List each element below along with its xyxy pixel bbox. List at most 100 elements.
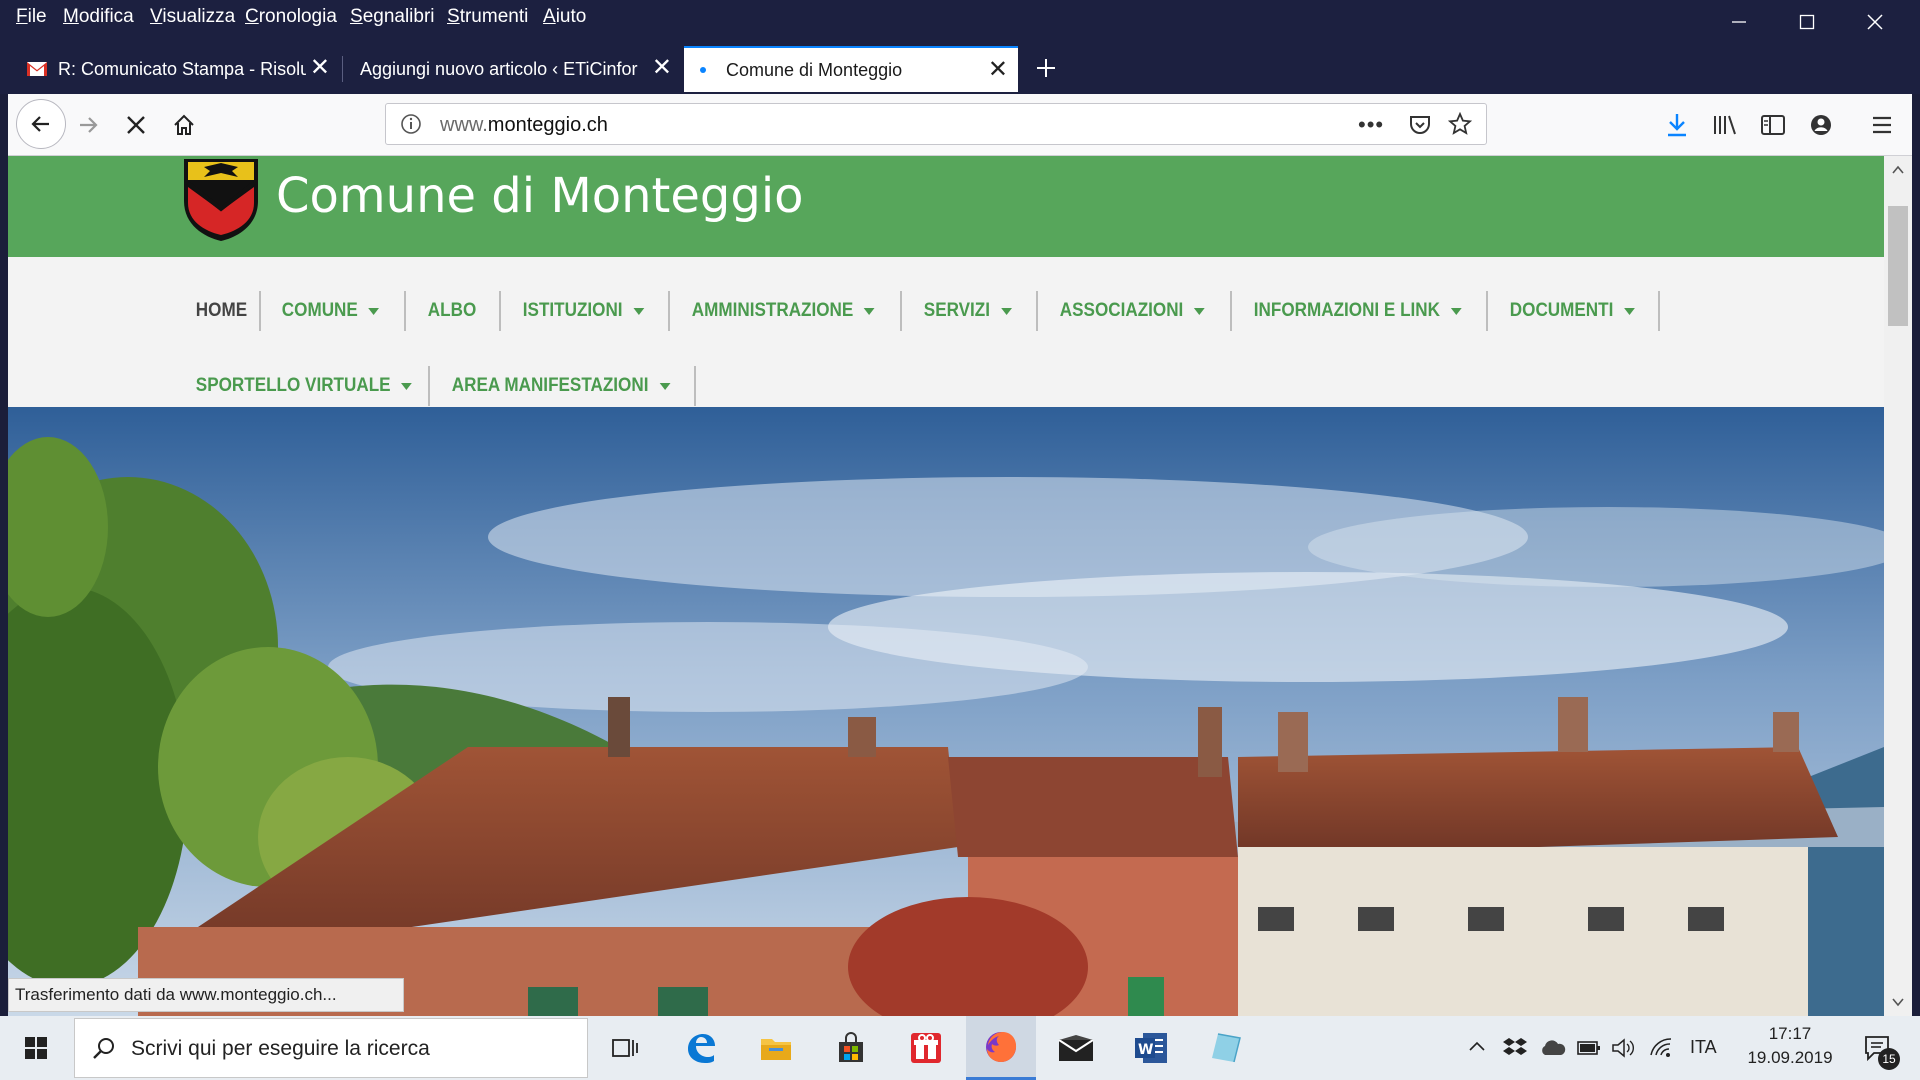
onedrive-cloud-icon[interactable] [1539,1039,1567,1057]
menu-modifica[interactable]: Modifica [63,6,134,28]
bookmark-star-icon[interactable] [1448,112,1472,136]
taskbar-edge[interactable] [677,1024,725,1072]
site-navigation: HOME COMUNE ALBO ISTITUZIONI AMMINISTRAZ… [8,257,1884,407]
tab-monteggio[interactable]: Comune di Monteggio ✕ [684,46,1018,92]
taskbar-word[interactable]: W [1127,1024,1175,1072]
caret-down-icon [1000,307,1012,315]
start-button[interactable] [12,1024,60,1072]
sidebar-icon [1761,115,1785,135]
dropbox-icon[interactable] [1503,1037,1527,1057]
taskbar-firefox-active[interactable] [966,1016,1036,1080]
scrollbar-thumb[interactable] [1888,206,1908,326]
info-icon[interactable] [400,113,422,135]
nav-informazioni-e-link[interactable]: INFORMAZIONI E LINK [1234,291,1481,331]
mail-envelope-icon [1058,1035,1094,1061]
nav-servizi[interactable]: SERVIZI [904,291,1031,331]
sidebar-button[interactable] [1753,105,1793,145]
menu-aiuto[interactable]: Aiuto [543,6,586,28]
vertical-scrollbar[interactable] [1884,156,1912,1016]
minimize-icon [1732,21,1746,23]
nav-home[interactable]: HOME [176,291,267,331]
action-center-button[interactable]: 15 [1854,1024,1902,1072]
scroll-up-arrow-icon[interactable] [1884,156,1912,184]
tab-title: Comune di Monteggio [726,59,903,80]
nav-divider [1036,291,1038,331]
nav-divider [1230,291,1232,331]
gmail-icon [27,62,47,76]
folder-icon [761,1039,791,1060]
downloads-button[interactable] [1657,105,1697,145]
show-hidden-icons-icon[interactable] [1468,1040,1486,1052]
close-tab-icon[interactable]: ✕ [310,56,330,80]
caret-down-icon [1194,307,1205,315]
task-view-icon [612,1039,638,1057]
firefox-icon [986,1031,1017,1062]
windows-taskbar: Scrivi qui per eseguire la ricerca W ITA… [0,1016,1920,1080]
wifi-icon[interactable] [1649,1036,1673,1058]
clock[interactable]: 17:17 19.09.2019 [1740,1022,1840,1070]
back-button[interactable] [16,99,66,149]
nav-divider [1658,291,1660,331]
nav-divider [668,291,670,331]
page-actions-icon[interactable]: ••• [1358,112,1384,138]
menu-cronologia[interactable]: Cronologia [245,6,337,28]
stop-loading-button[interactable] [116,105,156,145]
caret-down-icon [864,307,875,315]
menu-file[interactable]: File [16,6,47,28]
caret-down-icon [368,307,380,315]
app-tile-icon [1212,1033,1241,1063]
nav-comune[interactable]: COMUNE [262,291,399,331]
battery-icon[interactable] [1577,1040,1601,1056]
nav-istituzioni[interactable]: ISTITUZIONI [503,291,664,331]
volume-icon[interactable] [1611,1037,1635,1059]
new-tab-button[interactable] [1026,48,1066,88]
nav-divider [694,366,696,406]
taskbar-search-box[interactable]: Scrivi qui per eseguire la ricerca [74,1018,588,1078]
nav-amministrazione[interactable]: AMMINISTRAZIONE [672,291,895,331]
url-bar[interactable]: www.monteggio.ch ••• [385,103,1487,145]
taskbar-store[interactable] [827,1024,875,1072]
menu-segnalibri[interactable]: Segnalibri [350,6,435,28]
account-button[interactable] [1801,105,1841,145]
gift-icon [911,1033,941,1063]
nav-sportello-virtuale[interactable]: SPORTELLO VIRTUALE [176,366,432,406]
search-placeholder[interactable]: Scrivi qui per eseguire la ricerca [131,1037,430,1061]
windows-logo-icon [25,1037,47,1059]
scroll-down-arrow-icon[interactable] [1884,988,1912,1016]
web-content: Comune di Monteggio HOME COMUNE ALBO IST… [8,156,1884,1016]
forward-button[interactable] [68,105,108,145]
tab-eticinfo[interactable]: Aggiungi nuovo articolo ‹ ETiCinfor ✕ [344,46,682,92]
close-tab-icon[interactable]: ✕ [652,56,672,80]
nav-documenti[interactable]: DOCUMENTI [1490,291,1655,331]
nav-associazioni[interactable]: ASSOCIAZIONI [1040,291,1225,331]
close-tab-icon[interactable]: ✕ [988,58,1008,82]
taskbar-file-explorer[interactable] [752,1024,800,1072]
task-view-button[interactable] [600,1024,648,1072]
clock-time: 17:17 [1768,1024,1812,1043]
taskbar-gift-app[interactable] [902,1024,950,1072]
language-indicator[interactable]: ITA [1690,1037,1717,1058]
url-text[interactable]: www.monteggio.ch [440,114,608,137]
library-icon [1714,115,1736,135]
taskbar-app[interactable] [1202,1024,1250,1072]
menu-bar: File Modifica Visualizza Cronologia Segn… [0,0,1920,34]
pocket-icon[interactable] [1408,113,1432,137]
site-title[interactable]: Comune di Monteggio [276,168,804,224]
back-arrow-icon [31,116,49,132]
library-button[interactable] [1705,105,1745,145]
home-button[interactable] [164,105,204,145]
navigation-toolbar: www.monteggio.ch ••• [8,94,1912,156]
nav-albo[interactable]: ALBO [408,291,496,331]
nav-area-manifestazioni[interactable]: AREA MANIFESTAZIONI [432,366,690,406]
status-bar: Trasferimento dati da www.monteggio.ch..… [8,978,404,1012]
notification-count-badge: 15 [1878,1048,1900,1070]
tab-title: Aggiungi nuovo articolo ‹ ETiCinfor [360,58,638,79]
menu-visualizza[interactable]: Visualizza [150,6,235,28]
site-header: Comune di Monteggio [8,156,1884,257]
menu-strumenti[interactable]: Strumenti [447,6,528,28]
coat-of-arms-icon[interactable] [182,157,260,243]
hamburger-menu-button[interactable] [1862,105,1902,145]
tab-gmail[interactable]: R: Comunicato Stampa - Risoluz ✕ [10,46,340,92]
taskbar-mail[interactable] [1052,1024,1100,1072]
nav-divider [428,366,430,406]
